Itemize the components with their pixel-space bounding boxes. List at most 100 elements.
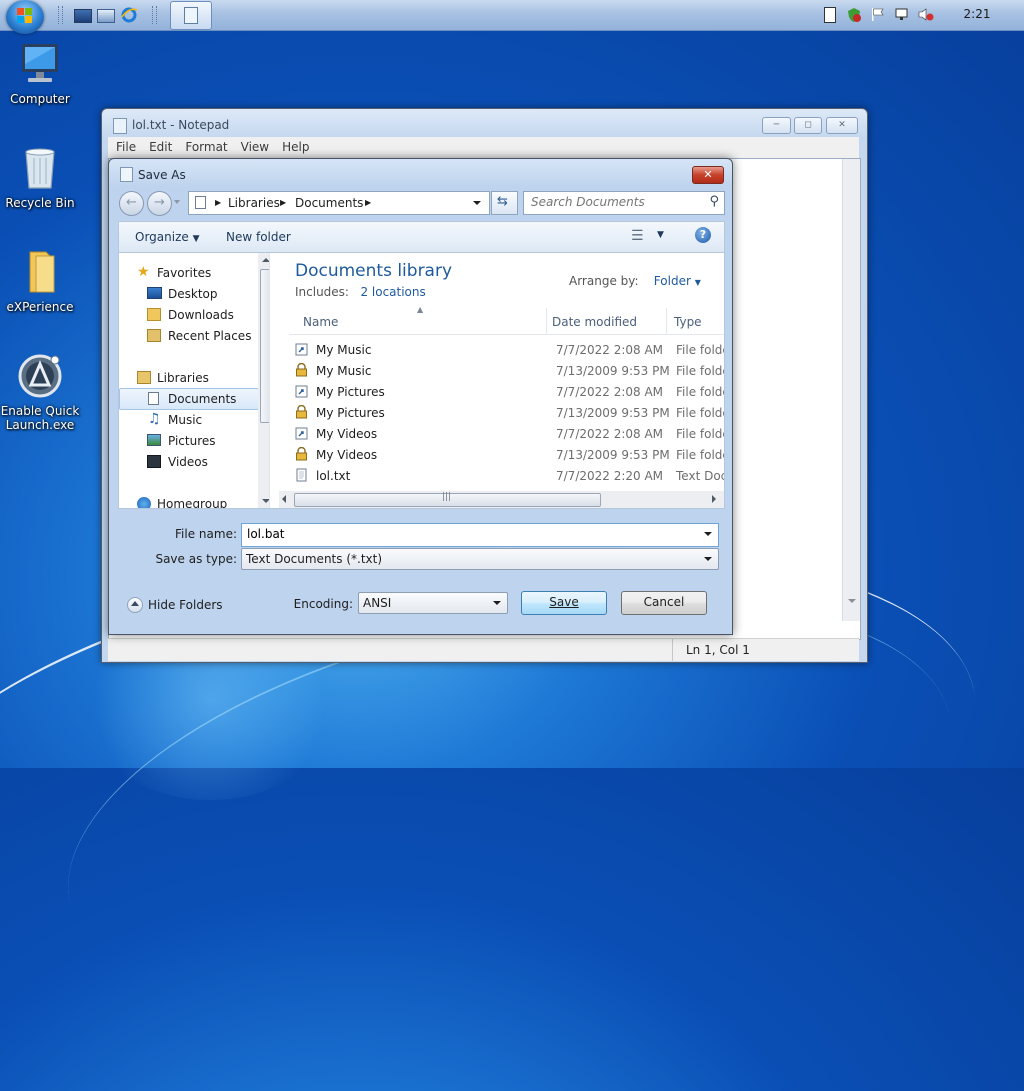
file-type: File folder [676,364,724,378]
organize-button[interactable]: Organize ▼ [135,230,200,244]
file-row[interactable]: My Music 7/13/2009 9:53 PM File folder [289,360,724,381]
navigation-pane: ★ Favorites Desktop Downloads Recent Pla… [119,253,270,508]
scroll-up-icon[interactable] [262,258,269,262]
internet-explorer-icon[interactable] [120,6,138,24]
nav-pictures[interactable]: Pictures [119,431,257,451]
breadcrumb-chevron-icon[interactable]: ▶ [365,198,371,207]
encoding-dropdown[interactable]: ANSI [358,592,508,614]
menu-format[interactable]: Format [177,137,232,154]
nav-videos[interactable]: Videos [119,452,257,472]
taskbar: 2:21 [0,0,1024,34]
file-row[interactable]: lol.txt 7/7/2022 2:20 AM Text Document [289,465,724,486]
start-button[interactable] [6,0,44,34]
refresh-icon: ⇆ [497,194,508,209]
file-row[interactable]: My Videos 7/13/2009 9:53 PM File folder [289,444,724,465]
column-divider[interactable] [546,308,547,334]
switch-windows-icon[interactable] [97,9,115,23]
nav-favorites[interactable]: ★ Favorites [119,263,257,283]
menu-help[interactable]: Help [274,137,314,154]
new-folder-button[interactable]: New folder [226,230,291,244]
notepad-task-button[interactable] [170,1,212,30]
breadcrumb-chevron-icon[interactable]: ▶ [280,198,286,207]
file-name-input[interactable] [242,524,687,544]
vertical-scrollbar[interactable] [842,159,860,621]
locations-link[interactable]: 2 locations [360,285,425,299]
dialog-content: ★ Favorites Desktop Downloads Recent Pla… [118,252,725,509]
menu-file[interactable]: File [108,137,141,154]
videos-icon [147,455,161,468]
minimize-button[interactable]: ─ [762,117,791,134]
breadcrumb-chevron-icon[interactable]: ▶ [215,198,221,207]
nav-homegroup[interactable]: Homegroup [119,494,257,508]
file-row[interactable]: My Music 7/7/2022 2:08 AM File folder [289,339,724,360]
scroll-down-icon[interactable] [262,499,269,503]
arrange-by: Arrange by: Folder ▼ [569,274,701,288]
horizontal-scrollbar[interactable]: ||| [279,491,724,508]
menu-edit[interactable]: Edit [141,137,177,154]
view-dropdown-icon[interactable]: ▼ [657,230,664,240]
search-input[interactable] [524,192,701,212]
scroll-left-icon[interactable] [282,495,286,503]
file-row[interactable]: My Pictures 7/13/2009 9:53 PM File folde… [289,402,724,423]
desktop-icon-recycle-bin[interactable]: Recycle Bin [0,144,80,210]
breadcrumb-documents[interactable]: Documents [295,196,363,210]
security-tray-icon[interactable] [846,7,861,22]
help-icon[interactable]: ? [695,227,711,243]
maximize-button[interactable]: ◻ [794,117,822,134]
action-center-flag-icon[interactable] [870,7,885,22]
nav-music[interactable]: ♫ Music [119,410,257,430]
nav-downloads[interactable]: Downloads [119,305,257,325]
nav-desktop[interactable]: Desktop [119,284,257,304]
file-name-dropdown-icon[interactable] [704,532,712,536]
forward-button[interactable]: → [147,191,172,216]
nav-pane-scrollbar[interactable] [258,253,269,508]
show-desktop-icon[interactable] [74,9,92,23]
dialog-close-button[interactable]: ✕ [692,166,724,184]
search-box[interactable]: ⚲ [523,191,725,215]
shortcut-folder-icon [295,426,308,440]
recent-places-icon [147,329,161,342]
file-row[interactable]: My Videos 7/7/2022 2:08 AM File folder [289,423,724,444]
refresh-button[interactable]: ⇆ [491,191,518,215]
view-options-icon[interactable]: ☰ [631,228,644,244]
file-row[interactable]: My Pictures 7/7/2022 2:08 AM File folder [289,381,724,402]
shortcut-folder-icon [295,342,308,356]
scroll-right-icon[interactable] [712,495,716,503]
recent-locations-icon[interactable] [174,200,180,204]
cancel-button[interactable]: Cancel [621,591,707,615]
file-name: My Videos [316,448,378,462]
back-button[interactable]: ← [119,191,144,216]
column-date-modified[interactable]: Date modified [552,315,637,329]
nav-documents[interactable]: Documents [119,388,259,410]
document-tray-icon[interactable] [824,7,836,23]
taskbar-clock[interactable]: 2:21 [962,7,992,21]
save-button[interactable]: Save [521,591,607,615]
network-tray-icon[interactable] [894,7,909,22]
address-bar[interactable]: ▶ Libraries ▶ Documents ▶ [188,191,490,215]
file-type: File folder [676,385,724,399]
column-divider[interactable] [666,308,667,334]
nav-scroll-thumb[interactable] [260,269,269,423]
column-name[interactable]: Name [303,315,338,329]
nav-recent-places[interactable]: Recent Places [119,326,257,346]
volume-muted-icon[interactable] [918,7,934,22]
file-name-field[interactable] [241,523,719,547]
notepad-menu-bar: File Edit Format View Help [108,137,859,158]
file-name: My Music [316,364,372,378]
dropdown-arrow-icon [493,601,501,605]
horizontal-scroll-thumb[interactable]: ||| [294,492,601,507]
nav-libraries[interactable]: Libraries [119,368,257,388]
scroll-down-icon[interactable] [848,599,856,603]
address-dropdown-icon[interactable] [473,201,481,205]
computer-icon [16,40,64,88]
close-button[interactable]: ✕ [826,117,858,134]
save-as-type-dropdown[interactable]: Text Documents (*.txt) [241,548,719,570]
desktop-icon-computer[interactable]: Computer [0,40,80,106]
desktop-icon-experience[interactable]: eXPerience [0,248,80,314]
menu-view[interactable]: View [233,137,274,154]
desktop-icon-enable-quick-launch[interactable]: Enable Quick Launch.exe [0,352,80,432]
breadcrumb-libraries[interactable]: Libraries [228,196,280,210]
arrange-by-dropdown[interactable]: Folder ▼ [654,274,701,288]
search-icon[interactable]: ⚲ [709,194,719,209]
column-type[interactable]: Type [674,315,702,329]
